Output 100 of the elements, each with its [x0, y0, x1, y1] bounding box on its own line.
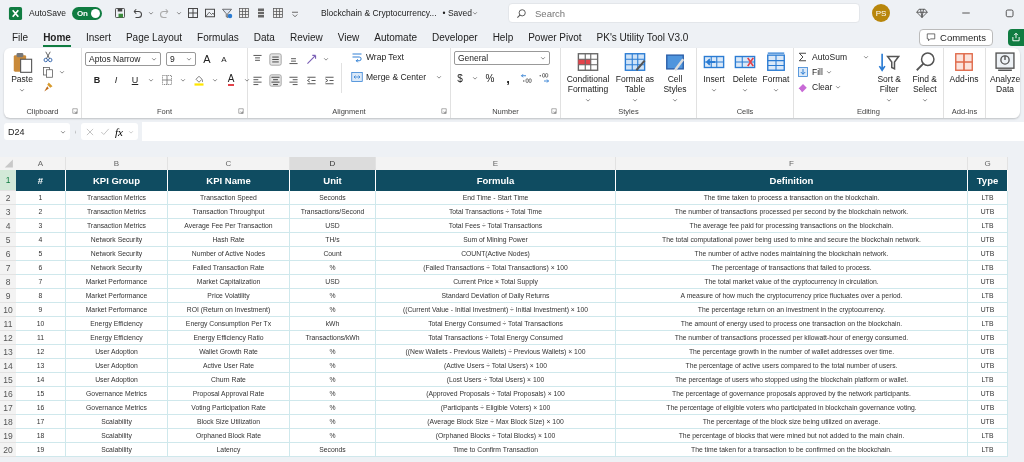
font-size-field[interactable]: 9	[166, 52, 196, 66]
caret-icon[interactable]	[632, 96, 638, 103]
wrap-text-button[interactable]: Wrap Text	[351, 51, 442, 63]
caret-icon[interactable]	[148, 10, 154, 16]
row-header[interactable]: 13	[0, 345, 16, 359]
caret-icon[interactable]	[540, 55, 546, 61]
row-header[interactable]: 2	[0, 191, 16, 205]
autosave-toggle[interactable]: On	[71, 6, 102, 20]
column-header[interactable]: B	[66, 157, 168, 170]
caret-icon[interactable]	[585, 96, 591, 103]
caret-icon[interactable]	[186, 56, 192, 62]
column-header[interactable]: E	[376, 157, 616, 170]
column-header[interactable]: G	[968, 157, 1008, 170]
row-header[interactable]: 18	[0, 415, 16, 429]
analyze-data-button[interactable]: Analyze Data	[989, 51, 1020, 95]
comments-button[interactable]: Comments	[919, 28, 993, 46]
grid-icon[interactable]	[272, 7, 284, 19]
redo-icon[interactable]	[159, 7, 171, 19]
clear-button[interactable]: Clear	[797, 81, 869, 93]
caret-icon[interactable]	[773, 86, 779, 93]
menu-tab[interactable]: File	[12, 27, 29, 47]
row-header[interactable]: 7	[0, 261, 16, 275]
format-painter-icon[interactable]	[42, 81, 54, 93]
decrease-decimal-icon[interactable]	[538, 72, 550, 84]
comma-style-button[interactable]: ,	[502, 70, 514, 86]
row-header[interactable]: 9	[0, 289, 16, 303]
diamond-icon[interactable]	[916, 7, 928, 19]
row-header[interactable]: 16	[0, 387, 16, 401]
menu-tab[interactable]: Page Layout	[125, 27, 183, 47]
menu-tab[interactable]: Data	[253, 27, 275, 47]
cancel-icon[interactable]	[85, 126, 95, 137]
ribbon-button[interactable]: Delete	[731, 51, 759, 93]
launcher-icon[interactable]	[551, 108, 557, 114]
restore-icon[interactable]	[1004, 7, 1016, 19]
ribbon-button[interactable]: Find & Select	[909, 51, 940, 103]
caret-icon[interactable]	[825, 69, 832, 75]
caret-icon[interactable]	[436, 74, 442, 80]
save-icon[interactable]	[114, 7, 126, 19]
row-header[interactable]: 20	[0, 443, 16, 457]
grid-icon[interactable]	[238, 7, 250, 19]
row-header[interactable]: 14	[0, 359, 16, 373]
caret-icon[interactable]	[60, 128, 66, 135]
insert-function-button[interactable]: fx	[115, 125, 123, 138]
menu-tab[interactable]: Power Pivot	[528, 27, 582, 47]
name-box[interactable]: D24	[4, 123, 70, 140]
currency-button[interactable]: $	[454, 72, 466, 84]
menu-tab[interactable]: Help	[492, 27, 514, 47]
menu-tab[interactable]: Insert	[85, 27, 111, 47]
caret-icon[interactable]	[862, 54, 869, 60]
cut-icon[interactable]	[42, 51, 54, 63]
row-header[interactable]: 4	[0, 219, 16, 233]
caret-icon[interactable]	[742, 86, 748, 93]
italic-button[interactable]: I	[110, 75, 122, 85]
menu-tab[interactable]: Automate	[374, 27, 418, 47]
underline-button[interactable]: U	[129, 75, 141, 85]
merge-center-button[interactable]: Merge & Center	[351, 71, 442, 83]
align-center-icon[interactable]	[269, 73, 282, 87]
filter-icon[interactable]	[221, 7, 233, 19]
caret-icon[interactable]	[180, 77, 186, 83]
caret-icon[interactable]	[672, 96, 678, 103]
row-header[interactable]: 11	[0, 317, 16, 331]
row-header[interactable]: 12	[0, 331, 16, 345]
column-header[interactable]: A	[16, 157, 66, 170]
menu-tab[interactable]: PK's Utility Tool V3.0	[596, 27, 689, 47]
fill-button[interactable]: Fill	[797, 66, 869, 78]
ribbon-button[interactable]: Conditional Formatting	[564, 51, 612, 103]
caret-icon[interactable]	[244, 77, 250, 83]
row-header[interactable]: 19	[0, 429, 16, 443]
fill-color-icon[interactable]	[193, 74, 205, 86]
row-header[interactable]: 1	[0, 170, 16, 191]
menu-tab[interactable]: View	[337, 27, 360, 47]
percent-button[interactable]: %	[484, 72, 496, 84]
ribbon-button[interactable]: Insert	[700, 51, 728, 93]
column-icon[interactable]	[255, 7, 267, 19]
ribbon-button[interactable]: Sort & Filter	[873, 51, 905, 103]
caret-icon[interactable]	[323, 56, 329, 62]
copy-icon[interactable]	[42, 66, 54, 78]
add-ins-button[interactable]: Add-ins	[947, 51, 981, 85]
caret-icon[interactable]	[921, 96, 928, 103]
increase-decimal-icon[interactable]	[520, 72, 532, 84]
share-button[interactable]	[1008, 28, 1024, 46]
row-header[interactable]: 3	[0, 205, 16, 219]
launcher-icon[interactable]	[72, 108, 78, 114]
table-icon[interactable]	[187, 7, 199, 19]
caret-icon[interactable]	[711, 86, 717, 93]
caret-icon[interactable]	[59, 69, 65, 75]
column-header[interactable]: D	[290, 157, 376, 170]
caret-icon[interactable]	[176, 10, 182, 16]
font-color-button[interactable]: A	[225, 74, 237, 86]
menu-tab[interactable]: Formulas	[197, 27, 239, 47]
caret-icon[interactable]	[212, 77, 218, 83]
column-header[interactable]: C	[168, 157, 290, 170]
launcher-icon[interactable]	[238, 108, 244, 114]
caret-icon[interactable]	[127, 128, 134, 135]
shrink-font-button[interactable]: A	[218, 54, 230, 64]
picture-icon[interactable]	[204, 7, 216, 19]
confirm-icon[interactable]	[100, 126, 110, 137]
save-status[interactable]: • Saved	[442, 8, 478, 18]
font-name-field[interactable]: Aptos Narrow	[85, 52, 161, 66]
row-header[interactable]: 15	[0, 373, 16, 387]
